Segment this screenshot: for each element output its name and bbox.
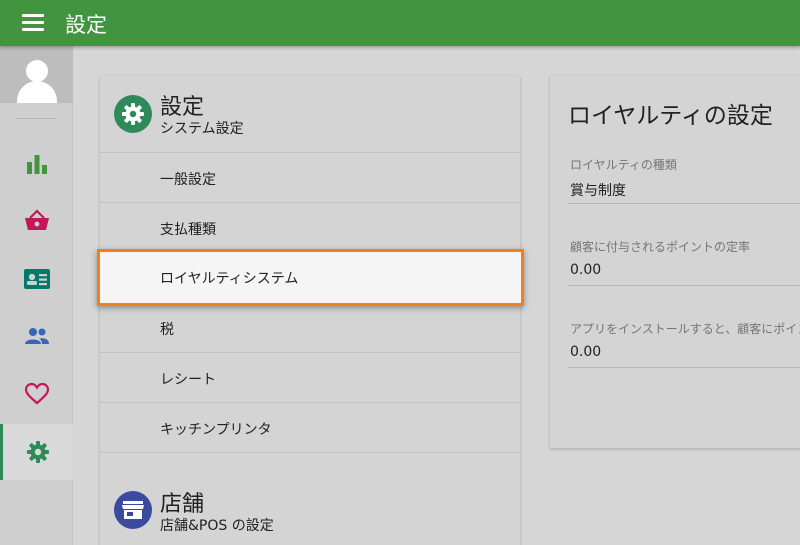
loyalty-settings-title: ロイヤルティの設定 [568, 103, 773, 129]
points-rate-underline [568, 285, 800, 286]
menu-item-label: ロイヤルティシステム [160, 271, 299, 287]
basket-icon [24, 209, 49, 230]
points-rate-label: 顧客に付与されるポイントの定率 [570, 240, 751, 254]
menu-item-kitchen-printer[interactable]: キッチンプリンタ [100, 402, 520, 452]
menu-item-label: 一般設定 [160, 172, 216, 188]
menu-item-general[interactable]: 一般設定 [100, 152, 520, 202]
menu-item-payment-types[interactable]: 支払種類 [100, 202, 520, 252]
sidebar-item-reports[interactable] [0, 136, 73, 192]
menu-item-label: 税 [160, 322, 174, 338]
store-section-icon [114, 491, 152, 529]
app-install-points-underline [568, 367, 800, 368]
loyalty-type-label: ロイヤルティの種類 [570, 158, 677, 172]
store-section-subtitle: 店舗&POS の設定 [160, 518, 274, 534]
heart-icon [24, 382, 49, 405]
people-icon [24, 328, 49, 344]
loyalty-type-select[interactable]: 賞与制度 [570, 180, 626, 200]
store-section-title: 店舗 [160, 492, 205, 517]
store-icon [122, 501, 144, 519]
settings-menu-card: 設定 システム設定 一般設定 支払種類 税 レシート キッチンプリンタ 店舗 店… [100, 76, 520, 545]
sidebar-item-settings[interactable] [0, 424, 73, 480]
menu-item-label: 支払種類 [160, 222, 216, 238]
settings-section-title: 設定 [160, 95, 205, 120]
sidebar-item-products[interactable] [0, 251, 73, 307]
app-install-points-input[interactable]: 0.00 [570, 344, 601, 360]
menu-item-loyalty-system[interactable]: ロイヤルティシステム [97, 249, 524, 306]
settings-section-icon [114, 95, 152, 133]
sidebar-item-staff[interactable] [0, 308, 73, 364]
loyalty-settings-card: ロイヤルティの設定 ロイヤルティの種類 賞与制度 顧客に付与されるポイントの定率… [550, 76, 800, 448]
gear-icon [27, 441, 49, 463]
loyalty-type-underline [568, 203, 800, 204]
menu-item-label: レシート [160, 372, 216, 388]
sidebar-item-customers[interactable] [0, 366, 73, 422]
app-bar: 設定 [0, 0, 800, 46]
avatar[interactable] [0, 46, 73, 103]
menu-item-receipt[interactable]: レシート [100, 352, 520, 402]
sidebar-divider [15, 118, 57, 119]
menu-item-tax[interactable]: 税 [100, 302, 520, 352]
app-install-points-label: アプリをインストールすると、顧客にポイン [570, 322, 800, 336]
store-section: 店舗 店舗&POS の設定 [100, 452, 520, 545]
menu-item-label: キッチンプリンタ [160, 422, 272, 438]
sidebar [0, 46, 73, 545]
page-title: 設定 [65, 13, 107, 37]
gear-icon [122, 103, 144, 125]
contact-card-icon [23, 269, 50, 289]
bar-chart-icon [26, 155, 47, 174]
settings-section-subtitle: システム設定 [160, 121, 244, 137]
sidebar-item-sales[interactable] [0, 193, 73, 249]
points-rate-input[interactable]: 0.00 [570, 262, 601, 278]
menu-icon[interactable] [22, 14, 44, 32]
